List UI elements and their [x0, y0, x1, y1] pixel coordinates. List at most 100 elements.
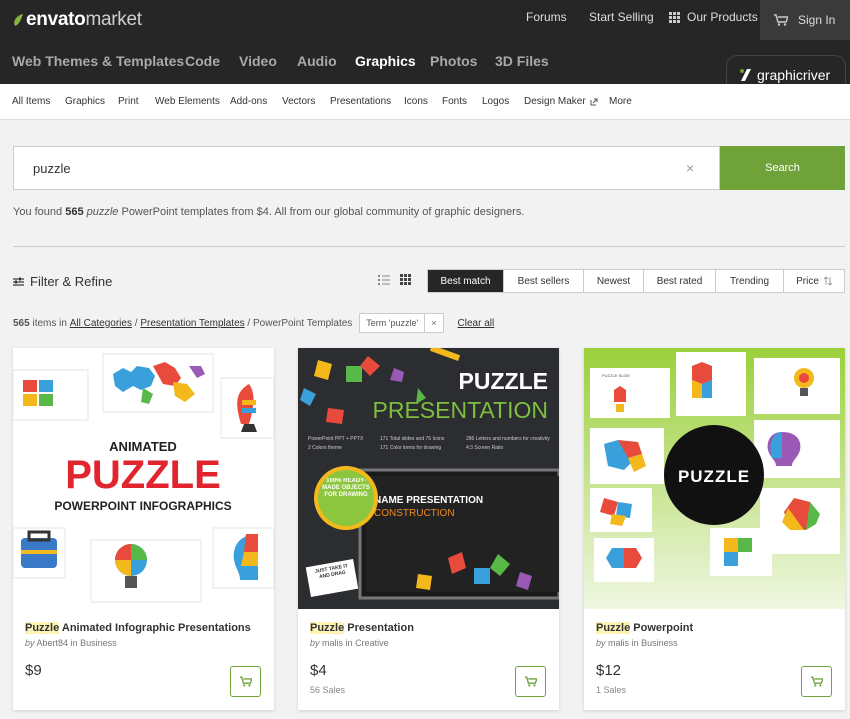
envato-leaf-icon — [14, 14, 23, 26]
product-title[interactable]: Puzzle Presentation — [310, 622, 414, 634]
subnav-all-items[interactable]: All Items — [12, 96, 50, 107]
product-by: by — [25, 638, 35, 648]
subnav-fonts[interactable]: Fonts — [442, 96, 467, 107]
subnav-add-ons[interactable]: Add-ons — [230, 96, 267, 107]
grid-view-icon[interactable] — [400, 274, 411, 285]
external-link-icon — [590, 98, 598, 105]
results-suffix: PowerPoint templates from $4. All from o… — [118, 206, 525, 218]
sort-best-rated[interactable]: Best rated — [644, 270, 716, 292]
filter-refine-toggle[interactable]: Filter & Refine — [13, 274, 112, 289]
sort-price[interactable]: Price — [784, 270, 844, 292]
product-sales: 56 Sales — [310, 685, 346, 695]
subnav-vectors[interactable]: Vectors — [282, 96, 315, 107]
category-bar: Web Themes & Templates Code Video Audio … — [0, 40, 850, 84]
product-author[interactable]: malis — [608, 638, 629, 648]
subnav-icons[interactable]: Icons — [404, 96, 428, 107]
product-sales: 1 Sales — [596, 685, 627, 695]
cat-code[interactable]: Code — [185, 53, 220, 69]
results-prefix: You found — [13, 206, 66, 218]
product-by: by — [596, 638, 606, 648]
product-title[interactable]: Puzzle Animated Infographic Presentation… — [25, 622, 251, 634]
view-toggle — [378, 274, 411, 285]
product-in: in — [68, 638, 81, 648]
cat-video[interactable]: Video — [239, 53, 277, 69]
term-filter-chip: Term 'puzzle' × — [359, 313, 444, 333]
puzzle-powerpoint-thumbnail: PUZZLE SLIDE PUZZLE — [584, 348, 845, 609]
design-maker-label: Design Maker — [524, 96, 586, 107]
subnav-more[interactable]: More — [609, 96, 632, 107]
start-selling-link[interactable]: Start Selling — [589, 10, 654, 24]
subnav-presentations[interactable]: Presentations — [330, 96, 391, 107]
subnav-print[interactable]: Print — [118, 96, 139, 107]
top-bar: envato market Forums Start Selling Our Pr… — [0, 0, 850, 40]
product-by: by — [310, 638, 320, 648]
breadcrumb-all-categories[interactable]: All Categories — [70, 318, 132, 329]
filter-sliders-icon — [13, 277, 24, 286]
grid-menu-icon — [669, 11, 680, 23]
thumb1-line1: ANIMATED — [109, 439, 177, 454]
product-in: in — [343, 638, 356, 648]
results-count: 565 — [65, 206, 84, 218]
sort-options: Best match Best sellers Newest Best rate… — [427, 269, 845, 293]
product-title-rest: Powerpoint — [630, 622, 694, 634]
add-to-cart-button[interactable] — [230, 666, 261, 697]
graphicriver-label: graphicriver — [757, 67, 831, 83]
product-thumbnail[interactable]: PUZZLE PRESENTATION PowerPoint PPT + PPT… — [298, 348, 559, 609]
search-bar: × Search — [13, 146, 845, 190]
thumb1-line2: PUZZLE — [65, 453, 221, 497]
thumb3-title: PUZZLE — [678, 467, 750, 486]
product-author-line: by malis in Creative — [310, 638, 389, 648]
sort-arrows-icon — [823, 276, 832, 286]
product-card[interactable]: PUZZLE SLIDE PUZZLE Puzzle Powerpoint by… — [584, 348, 845, 710]
sign-in-link[interactable]: Sign In — [760, 0, 850, 40]
product-category[interactable]: Business — [641, 638, 678, 648]
results-summary: You found 565 puzzle PowerPoint template… — [13, 206, 524, 218]
clear-all-link[interactable]: Clear all — [458, 318, 495, 329]
product-card[interactable]: ANIMATED PUZZLE POWERPOINT INFOGRAPHICS … — [13, 348, 274, 710]
product-title-highlight: Puzzle — [25, 622, 60, 634]
search-input[interactable] — [13, 146, 720, 190]
sort-best-sellers[interactable]: Best sellers — [504, 270, 584, 292]
product-thumbnail[interactable]: PUZZLE SLIDE PUZZLE — [584, 348, 845, 609]
subnav-design-maker[interactable]: Design Maker — [524, 96, 598, 107]
add-to-cart-button[interactable] — [515, 666, 546, 697]
cat-audio[interactable]: Audio — [297, 53, 337, 69]
sort-trending[interactable]: Trending — [716, 270, 784, 292]
product-category[interactable]: Creative — [355, 638, 389, 648]
cart-icon — [239, 676, 252, 687]
product-title[interactable]: Puzzle Powerpoint — [596, 622, 693, 634]
our-products-menu[interactable]: Our Products — [669, 10, 758, 24]
thumb2-spec6: 4:3 Screen Ratio — [466, 445, 503, 451]
forums-link[interactable]: Forums — [526, 10, 567, 24]
remove-term-icon[interactable]: × — [424, 314, 442, 332]
breadcrumb-items-in: items in — [29, 317, 70, 329]
add-to-cart-button[interactable] — [801, 666, 832, 697]
breadcrumb-presentation-templates[interactable]: Presentation Templates — [140, 318, 244, 329]
envato-market-logo[interactable]: envato market — [12, 9, 142, 31]
product-author[interactable]: Abert84 — [37, 638, 69, 648]
sort-best-match[interactable]: Best match — [428, 270, 504, 292]
product-author[interactable]: malis — [322, 638, 343, 648]
thumb2-screen-text2: CONSTRUCTION — [374, 508, 455, 519]
breadcrumb-sep-1: / — [131, 317, 141, 329]
subnav-web-elements[interactable]: Web Elements — [155, 96, 220, 107]
search-button[interactable]: Search — [720, 146, 845, 190]
thumb2-badge: 100% READY-MADE OBJECTS FOR DRAWING — [322, 478, 370, 498]
sub-navigation: All Items Graphics Print Web Elements Ad… — [0, 84, 850, 120]
logo-envato: envato — [26, 9, 86, 30]
product-card[interactable]: PUZZLE PRESENTATION PowerPoint PPT + PPT… — [298, 348, 559, 710]
cat-3d-files[interactable]: 3D Files — [495, 53, 549, 69]
thumb2-spec4: 171 Color items for drawing — [380, 445, 441, 451]
product-category[interactable]: Business — [80, 638, 117, 648]
sort-newest[interactable]: Newest — [584, 270, 644, 292]
subnav-logos[interactable]: Logos — [482, 96, 509, 107]
thumb2-spec5: 286 Letters and numbers for creativity — [466, 436, 550, 442]
list-view-icon[interactable] — [378, 274, 390, 285]
cat-graphics[interactable]: Graphics — [355, 53, 416, 69]
subnav-graphics[interactable]: Graphics — [65, 96, 105, 107]
cat-web-themes[interactable]: Web Themes & Templates — [12, 53, 184, 69]
product-thumbnail[interactable]: ANIMATED PUZZLE POWERPOINT INFOGRAPHICS — [13, 348, 274, 609]
clear-search-icon[interactable]: × — [686, 160, 694, 176]
cat-photos[interactable]: Photos — [430, 53, 477, 69]
cart-icon — [810, 676, 823, 687]
